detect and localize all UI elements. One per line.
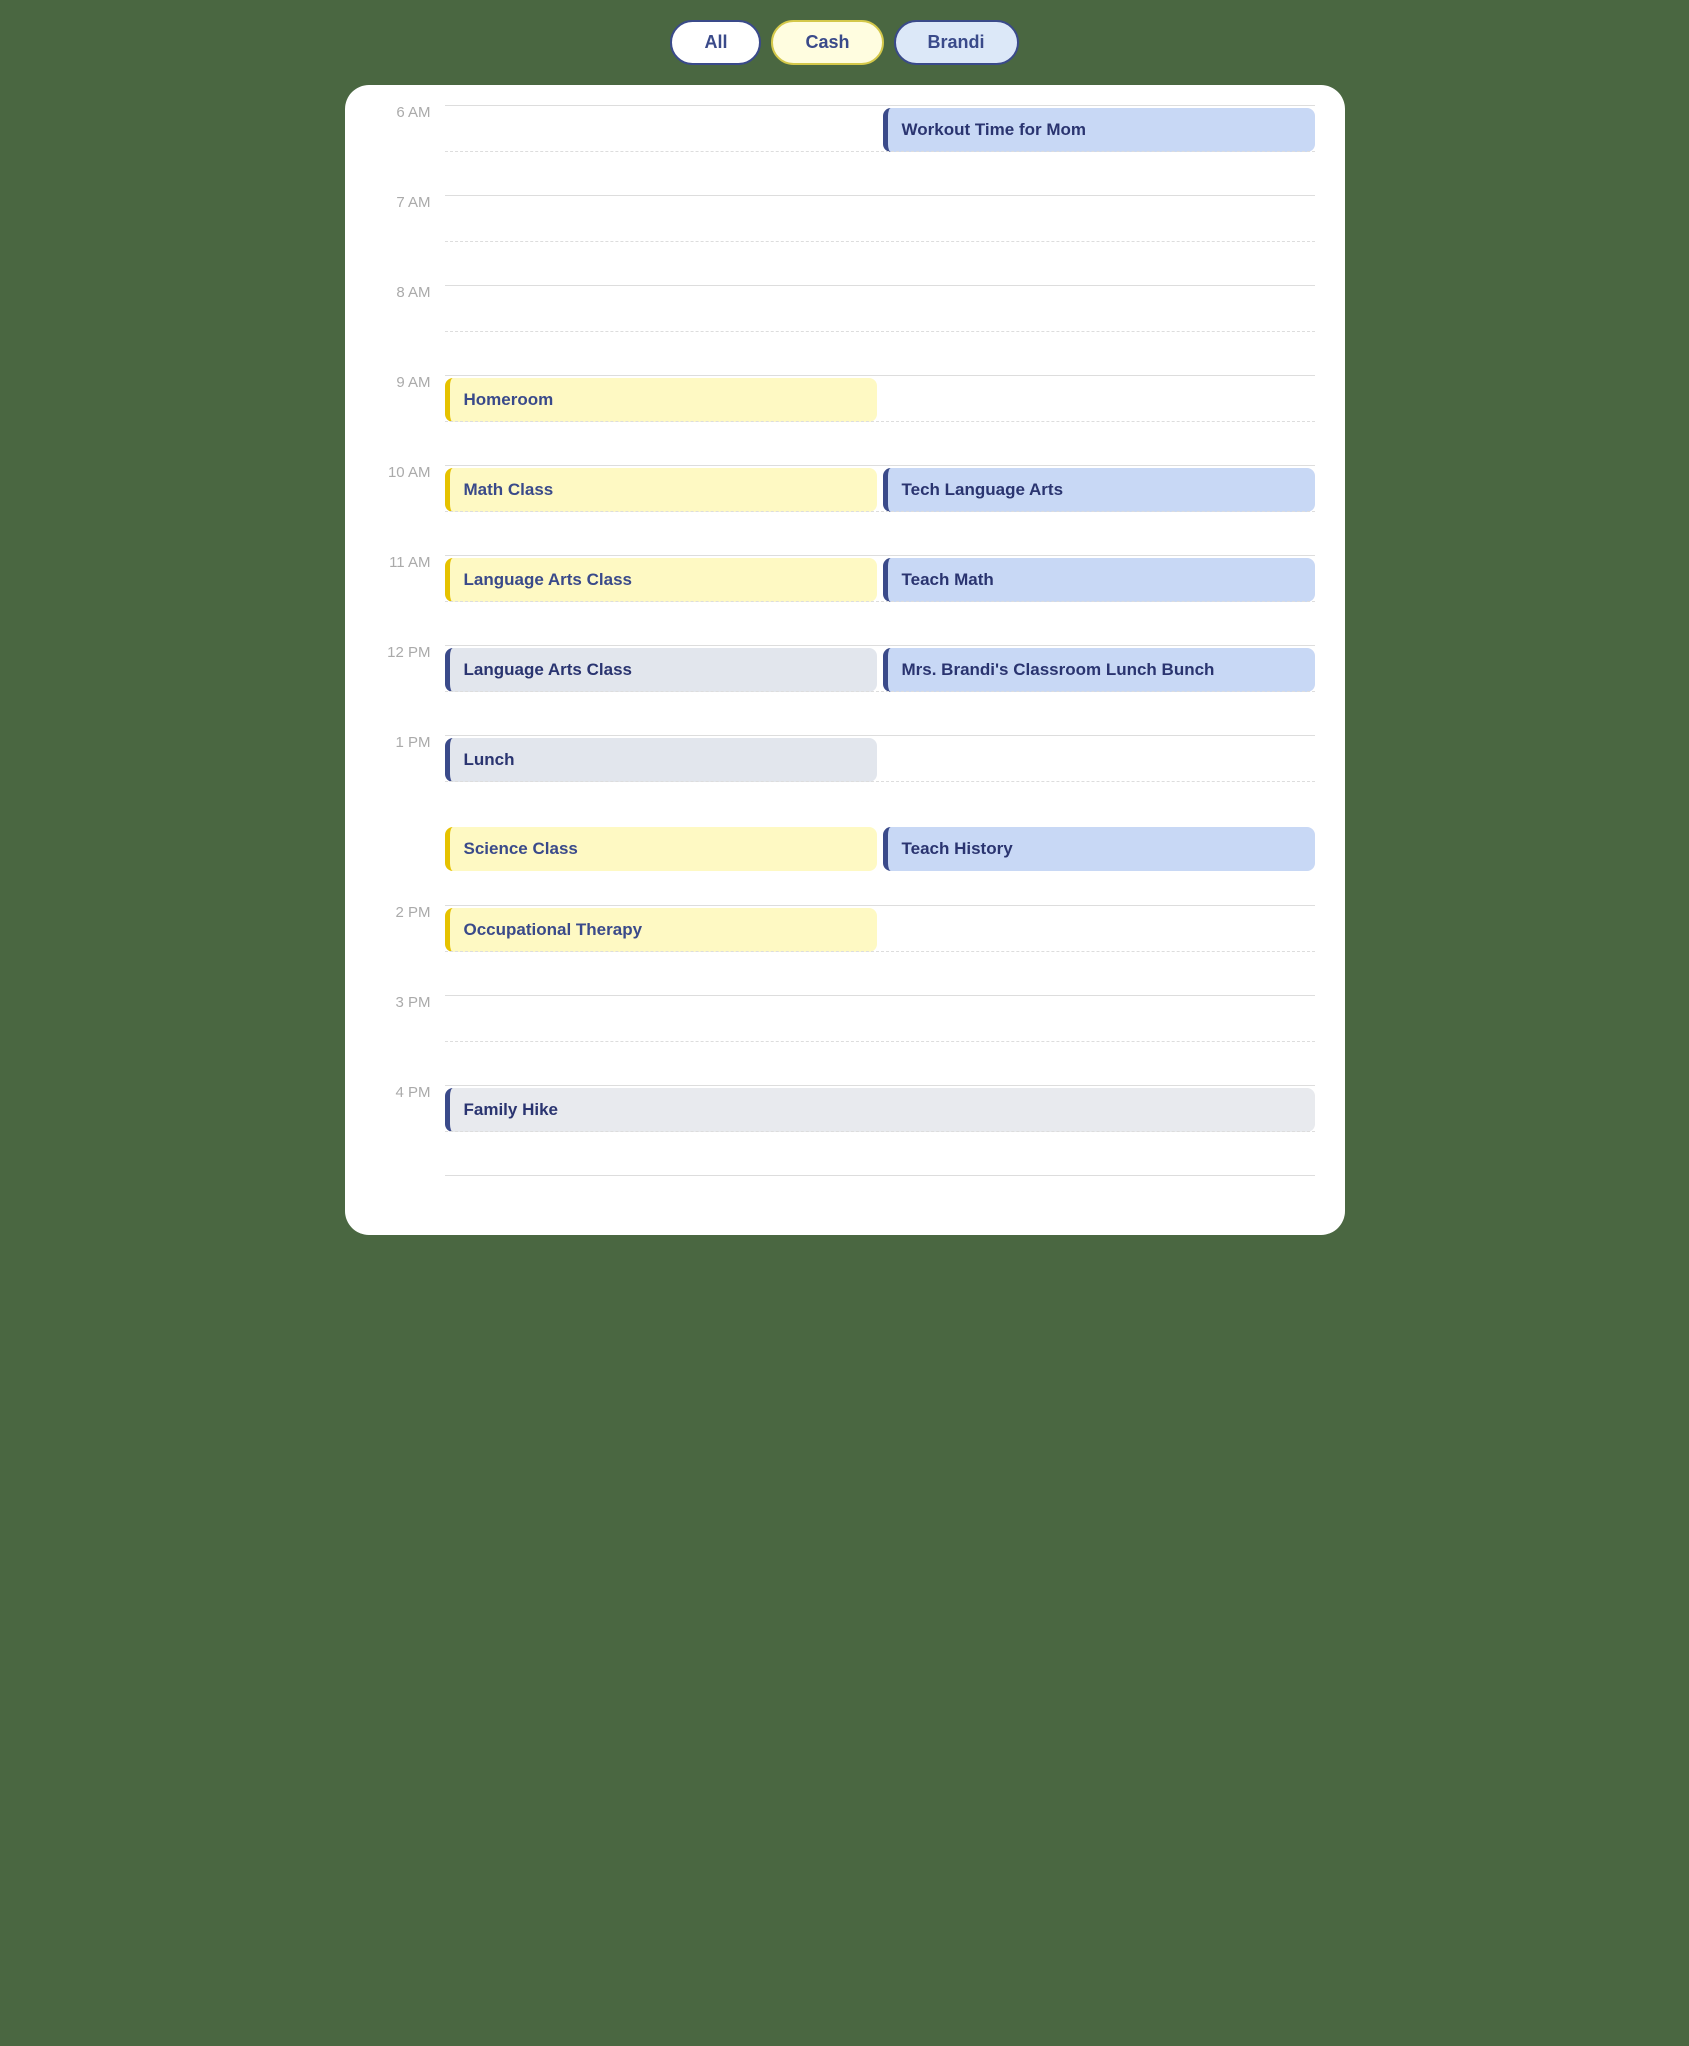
event-teach-history[interactable]: Teach History	[883, 827, 1315, 871]
col-left-2pm: Occupational Therapy	[445, 908, 877, 952]
time-label-7am: 7 AM	[375, 195, 445, 210]
events-row-6am: Workout Time for Mom	[445, 106, 1315, 152]
time-content-12pm: Language Arts Class Mrs. Brandi's Classr…	[445, 645, 1315, 692]
event-math-class[interactable]: Math Class	[445, 468, 877, 512]
half-line	[445, 1041, 1315, 1042]
col-right-10am: Tech Language Arts	[883, 468, 1315, 512]
col-left-10am: Math Class	[445, 468, 877, 512]
time-row-6am: 6 AM Workout Time for Mom	[375, 105, 1315, 195]
col-left-11am: Language Arts Class	[445, 558, 877, 602]
events-row-science: Science Class Teach History	[445, 825, 1315, 871]
time-content-3pm	[445, 995, 1315, 998]
col-left-1pm: Lunch	[445, 738, 877, 782]
event-family-hike[interactable]: Family Hike	[445, 1088, 1315, 1132]
event-workout[interactable]: Workout Time for Mom	[883, 108, 1315, 152]
time-content-10am: Math Class Tech Language Arts	[445, 465, 1315, 512]
calendar-body: 6 AM Workout Time for Mom 7 AM	[375, 105, 1315, 1215]
col-full-4pm: Family Hike	[445, 1088, 1315, 1132]
half-line	[445, 601, 1315, 602]
filter-brandi[interactable]: Brandi	[894, 20, 1019, 65]
events-row-7am	[445, 196, 1315, 198]
events-row-3pm	[445, 996, 1315, 998]
half-line	[445, 241, 1315, 242]
event-homeroom[interactable]: Homeroom	[445, 378, 877, 422]
time-label-2pm: 2 PM	[375, 905, 445, 920]
events-row-1pm: Lunch	[445, 736, 1315, 782]
time-label-1pm: 1 PM	[375, 735, 445, 750]
event-language-arts-class-11[interactable]: Language Arts Class	[445, 558, 877, 602]
time-row-2pm: 2 PM Occupational Therapy	[375, 905, 1315, 995]
event-tech-language-arts[interactable]: Tech Language Arts	[883, 468, 1315, 512]
time-label-12pm: 12 PM	[375, 645, 445, 660]
half-line	[445, 781, 1315, 782]
time-label-10am: 10 AM	[375, 465, 445, 480]
half-line	[445, 421, 1315, 422]
time-row-end	[375, 1175, 1315, 1215]
events-row-4pm: Family Hike	[445, 1086, 1315, 1132]
col-right-12pm: Mrs. Brandi's Classroom Lunch Bunch	[883, 648, 1315, 692]
app-container: All Cash Brandi 6 AM Workout Time for Mo…	[345, 20, 1345, 1235]
event-science-class[interactable]: Science Class	[445, 827, 877, 871]
col-left-science: Science Class	[445, 827, 877, 871]
col-right-9am	[883, 378, 1315, 422]
time-row-11am: 11 AM Language Arts Class Teach Math	[375, 555, 1315, 645]
col-right-1pm	[883, 738, 1315, 782]
events-row-2pm: Occupational Therapy	[445, 906, 1315, 952]
time-row-4pm: 4 PM Family Hike	[375, 1085, 1315, 1175]
time-row-8am: 8 AM	[375, 285, 1315, 375]
time-row-9am: 9 AM Homeroom	[375, 375, 1315, 465]
half-line	[445, 691, 1315, 692]
events-row-11am: Language Arts Class Teach Math	[445, 556, 1315, 602]
time-row-12pm: 12 PM Language Arts Class Mrs. Brandi's …	[375, 645, 1315, 735]
time-label-6am: 6 AM	[375, 105, 445, 120]
col-left-9am: Homeroom	[445, 378, 877, 422]
col-right-11am: Teach Math	[883, 558, 1315, 602]
time-content-4pm: Family Hike	[445, 1085, 1315, 1132]
filter-bar: All Cash Brandi	[670, 20, 1018, 65]
time-content-7am	[445, 195, 1315, 198]
time-row-1pm: 1 PM Lunch	[375, 735, 1315, 825]
time-label-11am: 11 AM	[375, 555, 445, 570]
calendar-card: 6 AM Workout Time for Mom 7 AM	[345, 85, 1345, 1235]
half-line	[445, 331, 1315, 332]
time-content-9am: Homeroom	[445, 375, 1315, 422]
time-row-7am: 7 AM	[375, 195, 1315, 285]
time-label-4pm: 4 PM	[375, 1085, 445, 1100]
col-left-6am	[445, 108, 877, 152]
events-row-9am: Homeroom	[445, 376, 1315, 422]
time-label-3pm: 3 PM	[375, 995, 445, 1010]
time-row-3pm: 3 PM	[375, 995, 1315, 1085]
time-label-8am: 8 AM	[375, 285, 445, 300]
event-language-arts-class-12[interactable]: Language Arts Class	[445, 648, 877, 692]
events-row-8am	[445, 286, 1315, 288]
time-label-9am: 9 AM	[375, 375, 445, 390]
time-row-science: Science Class Teach History	[375, 825, 1315, 905]
half-line	[445, 151, 1315, 152]
filter-cash[interactable]: Cash	[771, 20, 883, 65]
time-content-end	[445, 1175, 1315, 1176]
time-content-8am	[445, 285, 1315, 288]
time-row-10am: 10 AM Math Class Tech Language Arts	[375, 465, 1315, 555]
time-content-6am: Workout Time for Mom	[445, 105, 1315, 152]
half-line	[445, 1131, 1315, 1132]
col-right-6am: Workout Time for Mom	[883, 108, 1315, 152]
event-occupational-therapy[interactable]: Occupational Therapy	[445, 908, 877, 952]
filter-all[interactable]: All	[670, 20, 761, 65]
col-right-science: Teach History	[883, 827, 1315, 871]
time-content-2pm: Occupational Therapy	[445, 905, 1315, 952]
half-line	[445, 511, 1315, 512]
events-row-10am: Math Class Tech Language Arts	[445, 466, 1315, 512]
half-line	[445, 951, 1315, 952]
col-right-2pm	[883, 908, 1315, 952]
event-lunch[interactable]: Lunch	[445, 738, 877, 782]
events-row-12pm: Language Arts Class Mrs. Brandi's Classr…	[445, 646, 1315, 692]
time-content-science: Science Class Teach History	[445, 825, 1315, 871]
col-left-12pm: Language Arts Class	[445, 648, 877, 692]
event-lunch-bunch[interactable]: Mrs. Brandi's Classroom Lunch Bunch	[883, 648, 1315, 692]
event-teach-math[interactable]: Teach Math	[883, 558, 1315, 602]
time-content-11am: Language Arts Class Teach Math	[445, 555, 1315, 602]
time-content-1pm: Lunch	[445, 735, 1315, 782]
